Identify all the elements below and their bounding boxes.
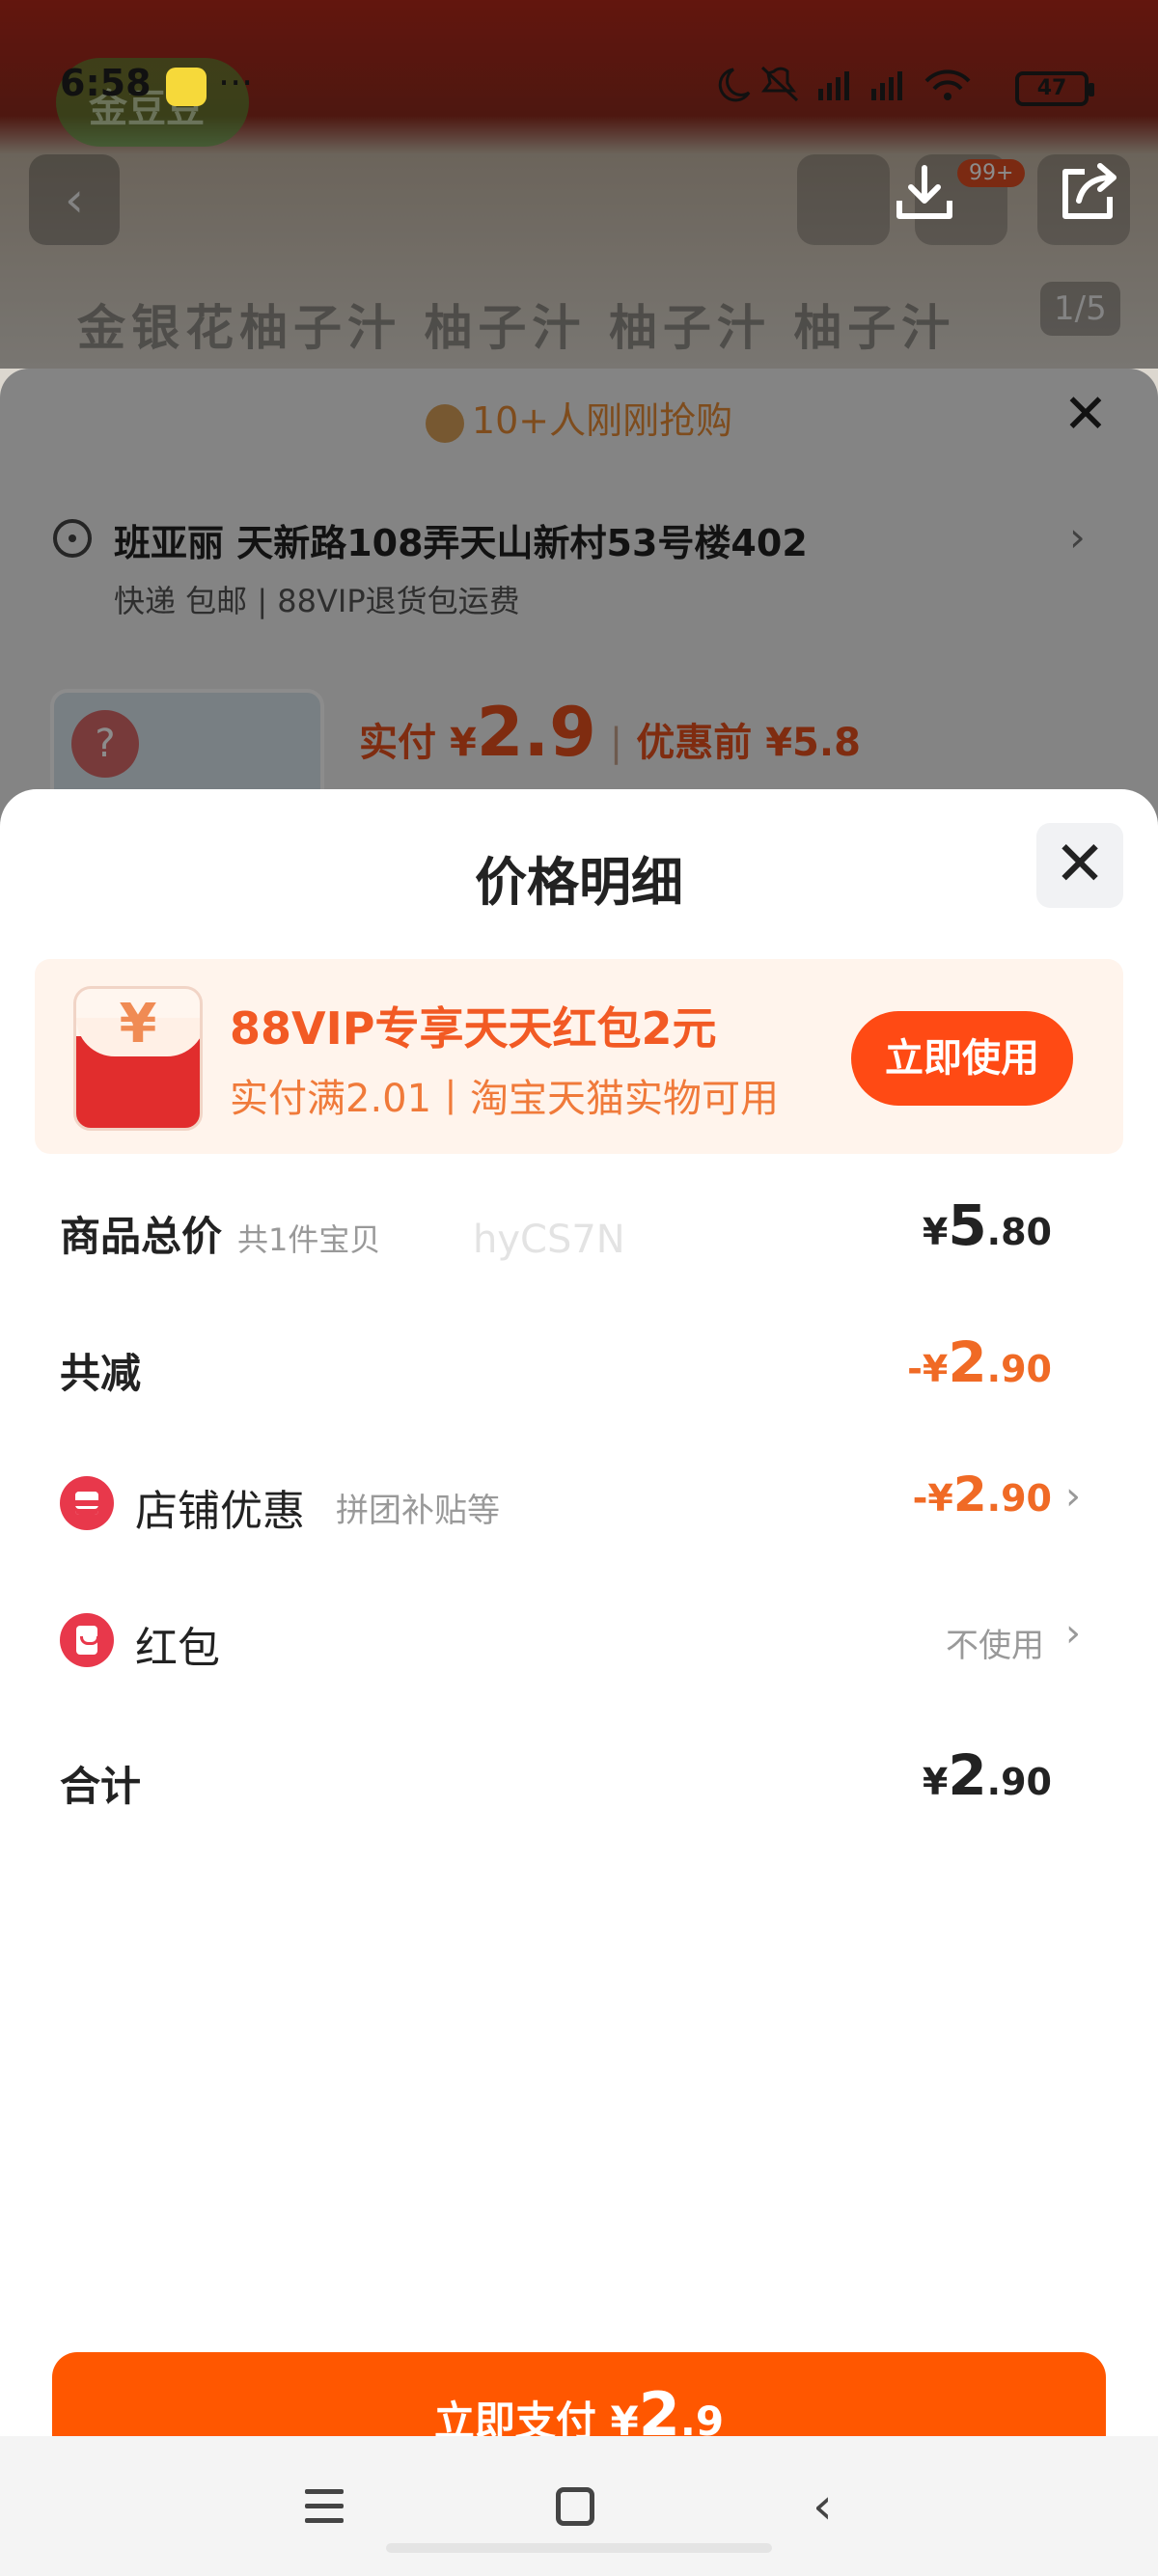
- total-price-row: 商品总价 共1件宝贝: [60, 1204, 380, 1263]
- close-button[interactable]: ✕: [1036, 823, 1123, 908]
- watermark: hyCS7N: [473, 1218, 625, 1262]
- signal-wifi-icons: [718, 66, 971, 102]
- share-icon[interactable]: [1056, 162, 1119, 224]
- total-price-value: ¥5.80: [922, 1192, 1052, 1258]
- red-packet-label[interactable]: 红包: [135, 1613, 220, 1675]
- battery-icon: 47: [1015, 71, 1094, 106]
- item-count: 共1件宝贝: [237, 1221, 381, 1258]
- sum-label: 合计: [60, 1763, 142, 1810]
- status-more-icon: ···: [218, 62, 254, 104]
- shop-discount-chevron-icon[interactable]: ›: [1065, 1474, 1081, 1519]
- shop-discount-label[interactable]: 店铺优惠: [135, 1476, 305, 1538]
- shop-discount-value[interactable]: -¥2.90: [913, 1466, 1052, 1522]
- coupon-title: 88VIP专享天天红包2元: [230, 1002, 717, 1055]
- menu-icon[interactable]: [305, 2489, 344, 2524]
- red-packet-icon: ¥: [73, 986, 203, 1131]
- sum-value: ¥2.90: [922, 1742, 1052, 1808]
- shop-discount-sub: 拼团补贴等: [336, 1492, 500, 1530]
- total-price-label: 商品总价: [60, 1213, 223, 1260]
- status-time: 6:58: [60, 62, 152, 104]
- red-packet-chevron-icon[interactable]: ›: [1065, 1611, 1081, 1656]
- total-discount-label: 共减: [60, 1350, 142, 1397]
- red-packet-status[interactable]: 不使用: [946, 1619, 1044, 1666]
- shop-discount-icon: [60, 1476, 114, 1530]
- status-bar: 6:58 ··· 47: [0, 19, 1158, 116]
- home-icon[interactable]: [556, 2487, 594, 2526]
- total-discount-value: -¥2.90: [907, 1329, 1052, 1395]
- sheet-title: 价格明细: [475, 852, 683, 913]
- use-coupon-button[interactable]: 立即使用: [851, 1011, 1073, 1106]
- status-icons: [712, 64, 992, 115]
- download-icon[interactable]: [894, 162, 955, 224]
- app-notification-icon: [166, 68, 207, 106]
- back-icon[interactable]: ‹: [813, 2481, 833, 2532]
- red-packet-yen: ¥: [119, 993, 157, 1055]
- gesture-handle[interactable]: [386, 2543, 772, 2553]
- red-packet-row-icon: [60, 1613, 114, 1667]
- coupon-subtitle: 实付满2.01丨淘宝天猫实物可用: [230, 1077, 780, 1121]
